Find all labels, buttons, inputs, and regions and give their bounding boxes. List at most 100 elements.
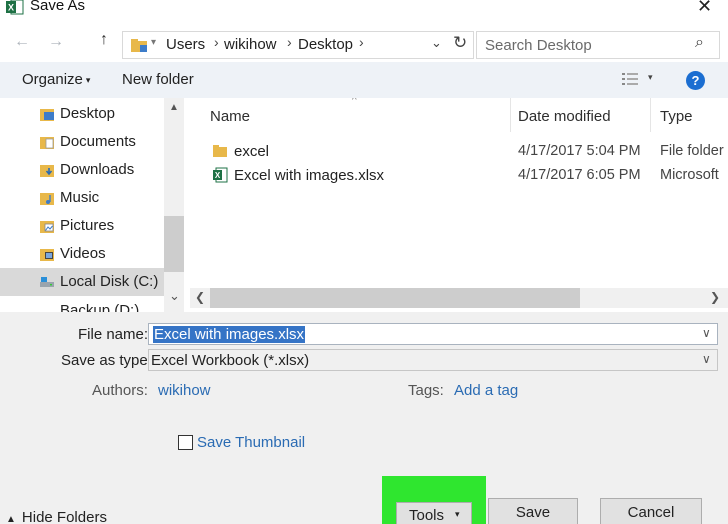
organize-label: Organize <box>22 71 83 88</box>
chevron-up-icon: ▲ <box>6 514 16 524</box>
refresh-icon[interactable]: ↻ <box>453 33 467 53</box>
pictures-icon <box>40 221 54 233</box>
chevron-down-icon[interactable]: ∨ <box>702 352 711 366</box>
file-date: 4/17/2017 5:04 PM <box>518 143 641 159</box>
add-tag-link[interactable]: Add a tag <box>454 382 518 399</box>
navigation-pane: Desktop Documents Downloads Music Pictur… <box>0 98 184 312</box>
documents-icon <box>40 137 54 149</box>
close-icon[interactable]: ✕ <box>697 0 712 17</box>
help-icon[interactable]: ? <box>686 71 705 90</box>
view-list-icon[interactable] <box>622 72 638 86</box>
file-name-label: File name: <box>78 326 149 343</box>
save-as-type-value: Excel Workbook (*.xlsx) <box>151 352 310 369</box>
music-icon <box>40 193 54 205</box>
folder-icon <box>213 145 227 157</box>
sidebar-item-label: Pictures <box>60 217 115 234</box>
sidebar-item-label: Downloads <box>60 161 135 178</box>
sidebar-item-label: Videos <box>60 245 106 262</box>
authors-value[interactable]: wikihow <box>158 382 211 399</box>
tools-button[interactable]: Tools ▾ <box>396 502 472 524</box>
search-box[interactable]: ⌕ <box>476 31 720 59</box>
chevron-down-icon[interactable]: ∨ <box>702 326 711 340</box>
sidebar-item-pictures[interactable]: Pictures <box>0 212 164 240</box>
sidebar-item-label: Desktop <box>60 105 116 122</box>
downloads-icon <box>40 165 54 177</box>
sidebar-item-downloads[interactable]: Downloads <box>0 156 164 184</box>
scroll-left-icon[interactable]: ❮ <box>195 290 205 304</box>
new-folder-button[interactable]: New folder <box>122 71 194 88</box>
hide-folders-button[interactable]: ▲ Hide Folders <box>6 509 107 524</box>
save-thumbnail-label[interactable]: Save Thumbnail <box>197 434 305 451</box>
sidebar-item-documents[interactable]: Documents <box>0 128 164 156</box>
column-divider[interactable] <box>650 98 651 132</box>
search-icon[interactable]: ⌕ <box>695 34 704 52</box>
chevron-right-icon[interactable]: › <box>214 34 219 50</box>
scroll-right-icon[interactable]: ❯ <box>710 290 720 304</box>
file-row[interactable]: X Excel with images.xlsx 4/17/2017 6:05 … <box>190 164 728 188</box>
save-thumbnail-checkbox[interactable] <box>178 435 193 450</box>
save-form: File name: Excel with images.xlsx ∨ Save… <box>0 312 728 524</box>
file-name-value[interactable]: Excel with images.xlsx <box>153 326 306 343</box>
hide-folders-label: Hide Folders <box>21 509 107 524</box>
forward-arrow-icon[interactable]: → <box>48 33 64 51</box>
address-overflow-icon[interactable]: ▾ <box>151 37 156 48</box>
authors-label: Authors: <box>92 382 148 399</box>
window-title: Save As <box>30 0 86 14</box>
title-bar: X Save As ✕ <box>0 0 728 18</box>
command-bar: Organize ▾ New folder ▾ ? <box>0 62 728 98</box>
excel-icon: X <box>6 0 24 15</box>
horizontal-scrollbar[interactable]: ❮ ❯ <box>190 288 728 308</box>
breadcrumb-desktop[interactable]: Desktop <box>298 36 353 53</box>
navigation-bar: ← → ↑ ▾ Users › wikihow › Desktop › ⌄ ↻ … <box>0 26 728 60</box>
file-name-field[interactable]: Excel with images.xlsx ∨ <box>148 323 718 345</box>
breadcrumb-wikihow[interactable]: wikihow <box>224 36 277 53</box>
file-type: Microsoft <box>660 167 719 183</box>
save-as-type-select[interactable]: Excel Workbook (*.xlsx) ∨ <box>148 349 718 371</box>
scrollbar-thumb[interactable] <box>164 216 184 272</box>
videos-icon <box>40 249 54 261</box>
caret-down-icon: ▾ <box>455 509 460 519</box>
file-name: excel <box>234 143 270 160</box>
search-input[interactable] <box>477 32 687 58</box>
scroll-up-icon[interactable]: ▲ <box>169 102 179 113</box>
scrollbar-thumb[interactable] <box>210 288 580 308</box>
scroll-down-icon[interactable]: ⌄ <box>169 288 180 304</box>
back-arrow-icon[interactable]: ← <box>14 33 30 51</box>
file-date: 4/17/2017 6:05 PM <box>518 167 641 183</box>
sidebar-item-partial[interactable]: Backup (D:) <box>0 297 164 312</box>
sidebar-item-music[interactable]: Music <box>0 184 164 212</box>
organize-button[interactable]: Organize ▾ <box>22 71 90 88</box>
view-options-caret-icon[interactable]: ▾ <box>648 72 653 83</box>
sidebar-item-label: Documents <box>60 133 136 150</box>
sidebar-item-videos[interactable]: Videos <box>0 240 164 268</box>
local-disk-icon <box>40 277 54 287</box>
column-header-type[interactable]: Type <box>660 108 693 125</box>
up-arrow-icon[interactable]: ↑ <box>100 31 108 49</box>
cancel-button[interactable]: Cancel <box>600 498 702 524</box>
save-button[interactable]: Save <box>488 498 578 524</box>
tools-label: Tools <box>409 507 445 524</box>
sidebar-item-label: Backup (D:) <box>60 302 140 312</box>
chevron-right-icon[interactable]: › <box>287 34 292 50</box>
sidebar-item-desktop[interactable]: Desktop <box>0 100 164 128</box>
file-type: File folder <box>660 143 724 159</box>
save-as-type-label: Save as type: <box>61 352 152 369</box>
file-list: ^ Name Date modified Type excel 4/17/201… <box>190 98 728 312</box>
excel-file-icon: X <box>213 167 228 183</box>
chevron-down-icon[interactable]: ⌄ <box>431 35 442 51</box>
file-row[interactable]: excel 4/17/2017 5:04 PM File folder <box>190 140 728 164</box>
column-divider[interactable] <box>510 98 511 132</box>
navigation-scrollbar[interactable]: ▲ ⌄ <box>164 98 184 312</box>
sidebar-item-label: Local Disk (C:) <box>60 273 159 290</box>
svg-text:X: X <box>8 3 14 13</box>
sidebar-item-local-disk[interactable]: Local Disk (C:) <box>0 268 164 296</box>
sidebar-item-label: Music <box>60 189 100 206</box>
chevron-right-icon[interactable]: › <box>359 34 364 50</box>
address-bar[interactable]: ▾ Users › wikihow › Desktop › ⌄ ↻ <box>122 31 474 59</box>
breadcrumb-users[interactable]: Users <box>166 36 205 53</box>
sort-ascending-icon: ^ <box>352 98 357 106</box>
folder-icon <box>131 39 147 52</box>
column-header-date-modified[interactable]: Date modified <box>518 108 611 125</box>
column-header-name[interactable]: Name <box>210 108 250 125</box>
tags-label: Tags: <box>408 382 444 399</box>
